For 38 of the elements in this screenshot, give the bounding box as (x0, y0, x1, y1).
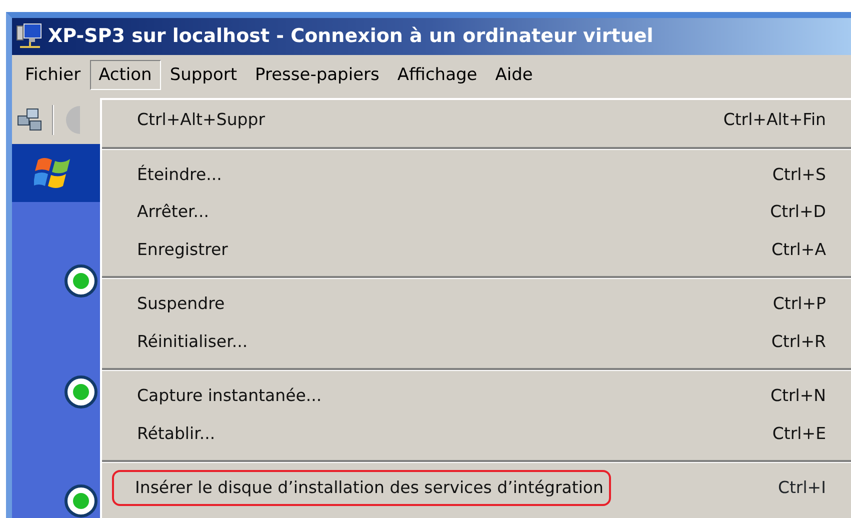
menu-item[interactable]: Insérer le disque d’installation des services d’intégration (112, 470, 612, 506)
shortcut-text: Ctrl+P (772, 293, 826, 316)
menu-item[interactable]: Éteindre... Ctrl+S (102, 156, 851, 194)
menu-label: Enregistrer (137, 238, 228, 261)
shortcut-text: Ctrl+N (770, 385, 826, 408)
menu-label: Suspendre (137, 293, 225, 316)
window-title: XP-SP3 sur localhost - Connexion à un ordinateur virtuel (48, 24, 654, 50)
menu-item[interactable]: Arrêter... Ctrl+D (102, 194, 851, 232)
status-dot-icon (64, 375, 98, 409)
shortcut-text: Ctrl+I (778, 476, 826, 499)
menu-label: Éteindre... (137, 164, 222, 186)
computer-icon (16, 22, 42, 50)
menu-item[interactable]: Fichier (16, 60, 90, 90)
status-dot-icon (64, 264, 98, 298)
shortcut-text: Ctrl+D (770, 201, 826, 224)
menu-item[interactable]: Suspendre Ctrl+P (102, 286, 851, 324)
shortcut-text: Ctrl+R (771, 330, 826, 353)
menu-item[interactable]: Ctrl+Alt+Suppr Ctrl+Alt+Fin (102, 102, 851, 140)
menu-label: Insérer le disque d’installation des services d’intégration (135, 476, 604, 499)
shortcut-text: Ctrl+E (772, 422, 826, 445)
menu-item[interactable]: Rétablir... Ctrl+E (102, 416, 851, 453)
menu-item[interactable]: Enregistrer Ctrl+A (102, 232, 851, 269)
menu-item[interactable]: Action (90, 60, 161, 90)
menu-label: Réinitialiser... (137, 330, 248, 353)
menu-item[interactable]: Réinitialiser... Ctrl+R (102, 324, 851, 361)
status-dot-icon (64, 484, 98, 518)
shortcut-text: Ctrl+S (772, 164, 826, 186)
menu-item[interactable]: Affichage (388, 60, 486, 90)
shortcut-text: Ctrl+A (772, 238, 826, 261)
menu-item[interactable]: Capture instantanée... Ctrl+N (102, 378, 851, 416)
shortcut-text: Ctrl+Alt+Fin (723, 109, 826, 132)
menu-label: Ctrl+Alt+Suppr (137, 109, 266, 132)
menu-item[interactable]: Support (160, 60, 246, 90)
menu-label: Capture instantanée... (137, 385, 322, 408)
menu-label: Rétablir... (137, 422, 216, 445)
menu-item[interactable]: Aide (486, 60, 542, 90)
menu-item[interactable]: Presse-papiers (246, 60, 388, 90)
menu-label: Arrêter... (137, 201, 209, 224)
